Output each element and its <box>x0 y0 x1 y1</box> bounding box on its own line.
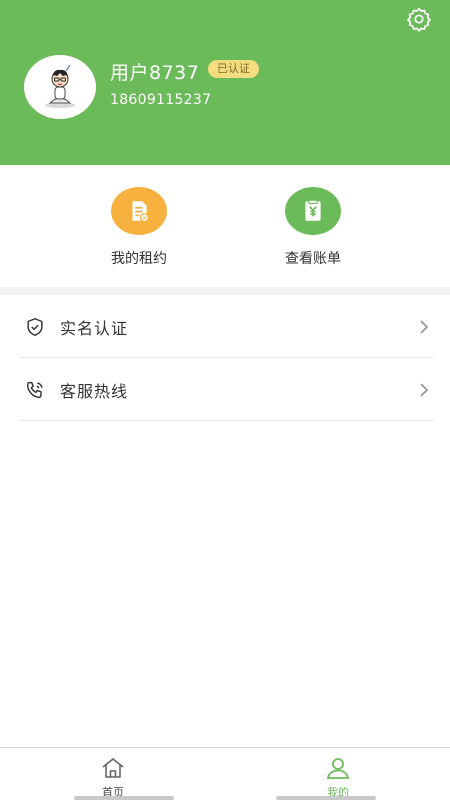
chevron-right-icon <box>420 383 429 397</box>
section-divider <box>0 287 450 295</box>
my-lease-icon-circle <box>111 187 167 235</box>
menu-item-label: 实名认证 <box>60 319 129 338</box>
verified-badge: 已认证 <box>208 60 259 78</box>
quick-actions: 我的租约 查看账单 <box>0 165 450 287</box>
user-icon <box>326 758 350 779</box>
bottom-tab-bar: 首页 我的 <box>0 747 450 800</box>
tab-mine[interactable]: 我的 <box>298 756 378 800</box>
home-icon <box>102 758 124 778</box>
view-bill-icon-circle <box>285 187 341 235</box>
view-bill-label: 查看账单 <box>285 251 341 267</box>
menu-item-real-name-verification[interactable]: 实名认证 <box>20 295 434 358</box>
bill-yen-icon <box>305 199 321 221</box>
view-bill-button[interactable]: 查看账单 <box>258 187 368 268</box>
chevron-right-icon <box>420 320 429 334</box>
username: 用户8737 <box>110 62 200 84</box>
my-lease-button[interactable]: 我的租约 <box>84 187 194 268</box>
home-indicator-right <box>276 796 376 800</box>
my-lease-label: 我的租约 <box>111 251 167 267</box>
phone-number: 18609115237 <box>110 92 212 108</box>
profile-header: 用户8737 已认证 18609115237 <box>0 0 450 165</box>
avatar-illustration <box>45 64 75 108</box>
shield-check-icon <box>27 318 43 336</box>
menu-item-customer-hotline[interactable]: 客服热线 <box>20 358 434 421</box>
avatar[interactable] <box>24 55 96 119</box>
phone-call-icon <box>26 381 43 399</box>
menu-item-label: 客服热线 <box>60 382 129 401</box>
tab-home[interactable]: 首页 <box>73 756 153 800</box>
document-icon <box>132 201 149 223</box>
home-indicator-left <box>74 796 174 800</box>
gear-icon <box>407 7 431 32</box>
settings-button[interactable] <box>406 6 432 32</box>
